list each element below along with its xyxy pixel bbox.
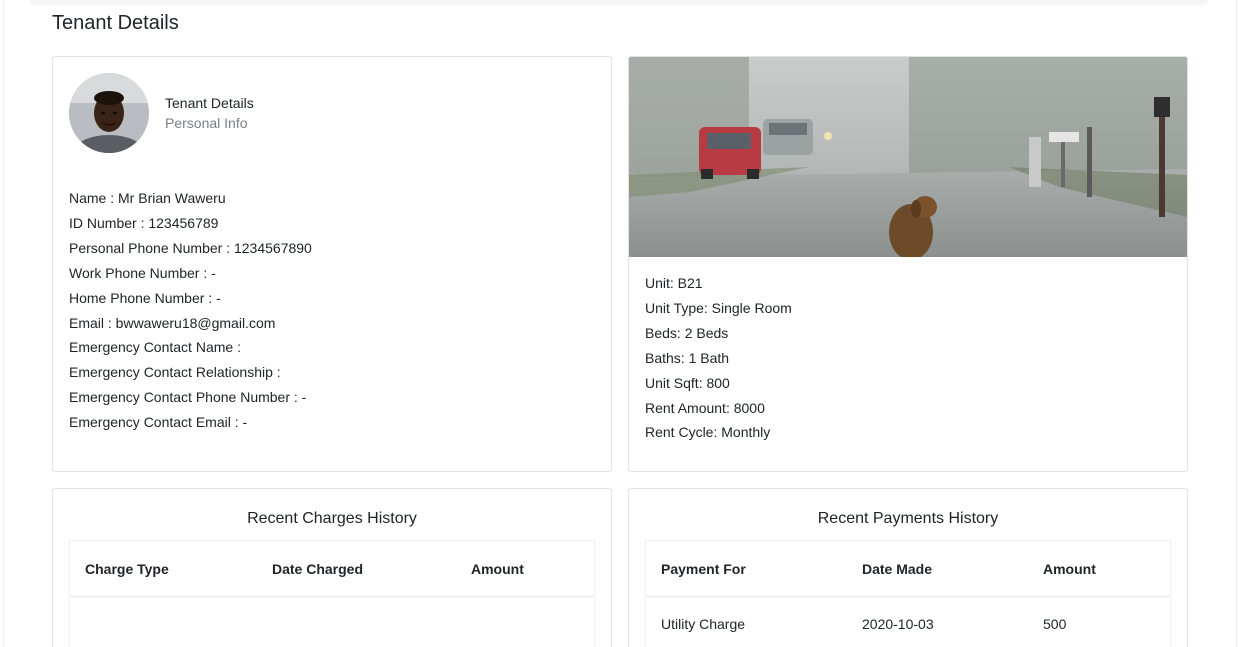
tenant-id-number: ID Number : 123456789 — [69, 214, 219, 231]
amount-cell: 500 — [1043, 616, 1067, 632]
charges-table: Charge Type Date Charged Amount — [69, 540, 595, 647]
payments-table: Payment For Date Made Amount Utility Cha… — [645, 540, 1171, 647]
payments-history-title: Recent Payments History — [817, 510, 999, 527]
tenant-email: Email : bwwaweru18@gmail.com — [69, 314, 276, 331]
unit-street-photo-icon — [629, 57, 1187, 257]
payments-table-header: Payment For Date Made Amount — [646, 541, 1170, 597]
top-bar-edge — [30, 0, 1208, 4]
tenant-personal-phone: Personal Phone Number : 1234567890 — [69, 239, 312, 256]
tenant-card-title: Tenant Details — [165, 95, 254, 111]
avatar-photo-icon — [69, 73, 149, 153]
unit-number: Unit: B21 — [645, 275, 703, 291]
column-header-amount[interactable]: Amount — [1043, 561, 1096, 577]
emergency-contact-relationship: Emergency Contact Relationship : — [69, 364, 281, 381]
column-header-charge-type[interactable]: Charge Type — [85, 561, 169, 577]
column-header-date-made[interactable]: Date Made — [862, 561, 932, 577]
rent-amount: Rent Amount: 8000 — [645, 399, 765, 416]
emergency-contact-phone: Emergency Contact Phone Number : - — [69, 389, 307, 406]
page-title: Tenant Details — [52, 12, 179, 34]
unit-info-list: Unit: B21 Unit Type: Single Room Beds: 2… — [645, 271, 792, 445]
column-header-payment-for[interactable]: Payment For — [661, 561, 746, 577]
emergency-contact-email: Emergency Contact Email : - — [69, 414, 248, 431]
column-header-amount[interactable]: Amount — [471, 561, 524, 577]
unit-baths: Baths: 1 Bath — [645, 349, 730, 366]
unit-type: Unit Type: Single Room — [645, 299, 792, 316]
unit-sqft: Unit Sqft: 800 — [645, 374, 730, 391]
column-header-date-charged[interactable]: Date Charged — [272, 561, 363, 577]
tenant-name: Name : Mr Brian Waweru — [69, 190, 226, 206]
charges-table-header: Charge Type Date Charged Amount — [70, 541, 594, 597]
date-made-cell: 2020-10-03 — [862, 616, 934, 632]
payments-history-card: Recent Payments History Payment For Date… — [628, 488, 1188, 647]
charges-history-card: Recent Charges History Charge Type Date … — [52, 488, 612, 647]
rent-cycle: Rent Cycle: Monthly — [645, 424, 771, 441]
tenant-work-phone: Work Phone Number : - — [69, 264, 216, 281]
emergency-contact-name: Emergency Contact Name : — [69, 339, 241, 356]
tenant-home-phone: Home Phone Number : - — [69, 289, 221, 306]
tenant-details-card: Tenant Details Personal Info Name : Mr B… — [52, 56, 612, 472]
unit-details-card: Unit: B21 Unit Type: Single Room Beds: 2… — [628, 56, 1188, 472]
payment-for-cell: Utility Charge — [661, 616, 746, 632]
charges-history-title: Recent Charges History — [247, 510, 417, 527]
unit-beds: Beds: 2 Beds — [645, 324, 729, 341]
tenant-avatar — [69, 73, 149, 153]
tenant-card-subtitle: Personal Info — [165, 115, 248, 131]
tenant-info-list: Name : Mr Brian Waweru ID Number : 12345… — [69, 186, 312, 435]
